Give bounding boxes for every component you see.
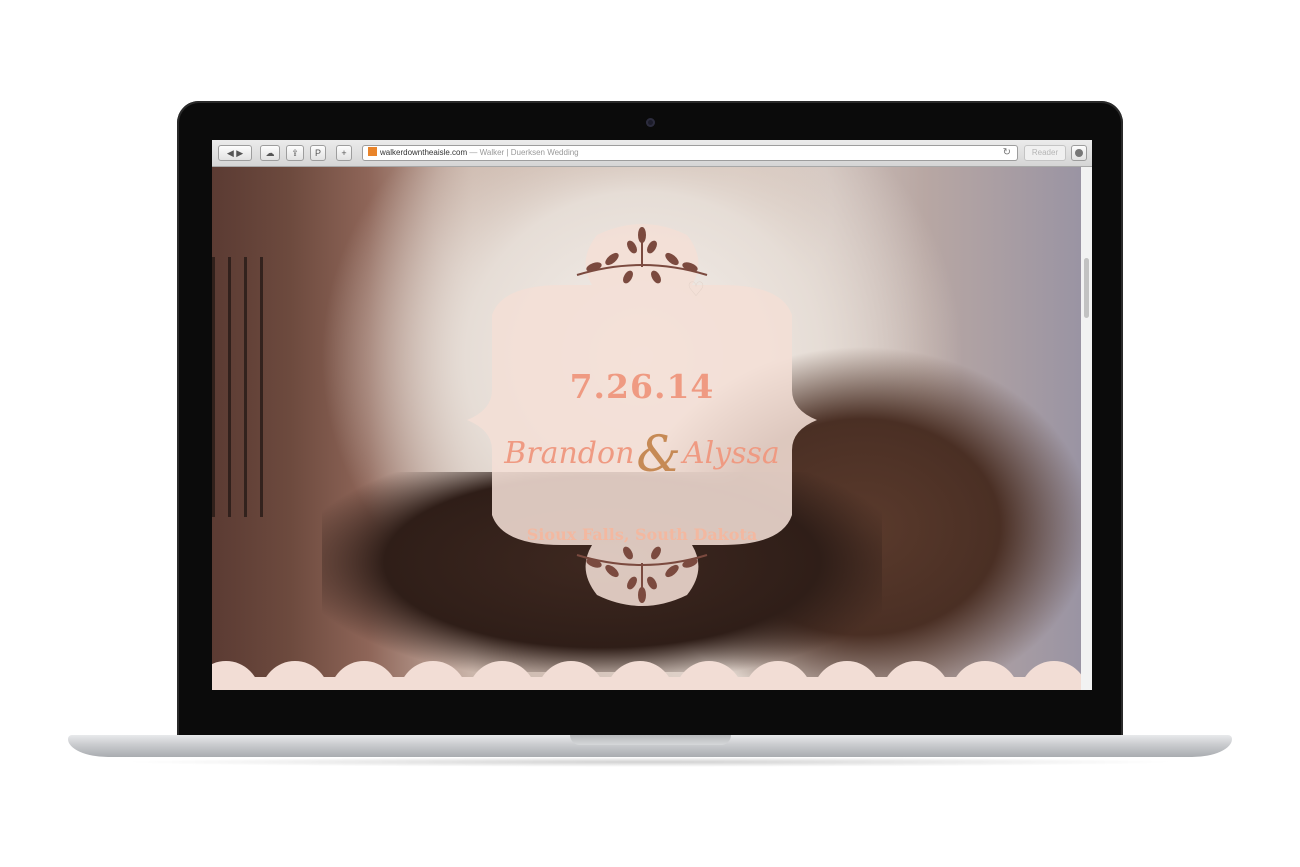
reader-button[interactable]: Reader — [1024, 145, 1066, 161]
scrollbar-thumb[interactable] — [1084, 258, 1089, 318]
browser-window: ◀ ▶ ☁ ⇪ P + walkerdowntheaisle.com — Wal… — [212, 140, 1092, 690]
laptop-shadow — [120, 757, 1180, 767]
first-name: Brandon — [504, 436, 635, 471]
scallop-border — [212, 661, 1081, 690]
address-bar[interactable]: walkerdowntheaisle.com — Walker | Duerks… — [362, 145, 1018, 161]
cloud-icon: ☁ — [265, 148, 275, 158]
plus-icon: + — [341, 148, 347, 158]
scrollbar-track[interactable] — [1081, 167, 1092, 690]
downloads-icon[interactable] — [1071, 145, 1087, 161]
browser-toolbar: ◀ ▶ ☁ ⇪ P + walkerdowntheaisle.com — Wal… — [212, 140, 1092, 167]
heart-icon: ♡ — [687, 279, 705, 301]
share-icon: ⇪ — [291, 148, 299, 158]
back-arrow-icon[interactable]: ◀ — [227, 148, 234, 158]
pinterest-icon: P — [314, 148, 321, 158]
back-forward-buttons[interactable]: ◀ ▶ — [218, 145, 252, 161]
wedding-date: 7.26.14 — [569, 367, 715, 406]
new-tab-button[interactable]: + — [336, 145, 352, 161]
reload-icon[interactable]: ↻ — [1003, 146, 1011, 160]
web-page: 7.26.14 Brandon&Alyssa Sioux Falls, Sout… — [212, 167, 1081, 690]
forward-arrow-icon[interactable]: ▶ — [236, 148, 243, 158]
page-title: — Walker | Duerksen Wedding — [469, 148, 579, 157]
photo-railing — [212, 257, 272, 517]
ampersand: & — [636, 425, 681, 483]
webcam — [646, 118, 655, 127]
site-favicon-icon — [368, 147, 377, 156]
second-name: Alyssa — [682, 436, 780, 471]
emblem-frame — [467, 224, 817, 606]
icloud-tabs-button[interactable]: ☁ — [260, 145, 280, 161]
laptop-notch — [570, 735, 731, 745]
url-text: walkerdowntheaisle.com — [380, 148, 468, 157]
wedding-location: Sioux Falls, South Dakota — [526, 525, 758, 544]
share-button[interactable]: ⇪ — [286, 145, 304, 161]
couple-names: Brandon&Alyssa — [422, 425, 862, 483]
pinterest-button[interactable]: P — [310, 145, 326, 161]
wedding-emblem: 7.26.14 Brandon&Alyssa Sioux Falls, Sout… — [422, 215, 862, 615]
